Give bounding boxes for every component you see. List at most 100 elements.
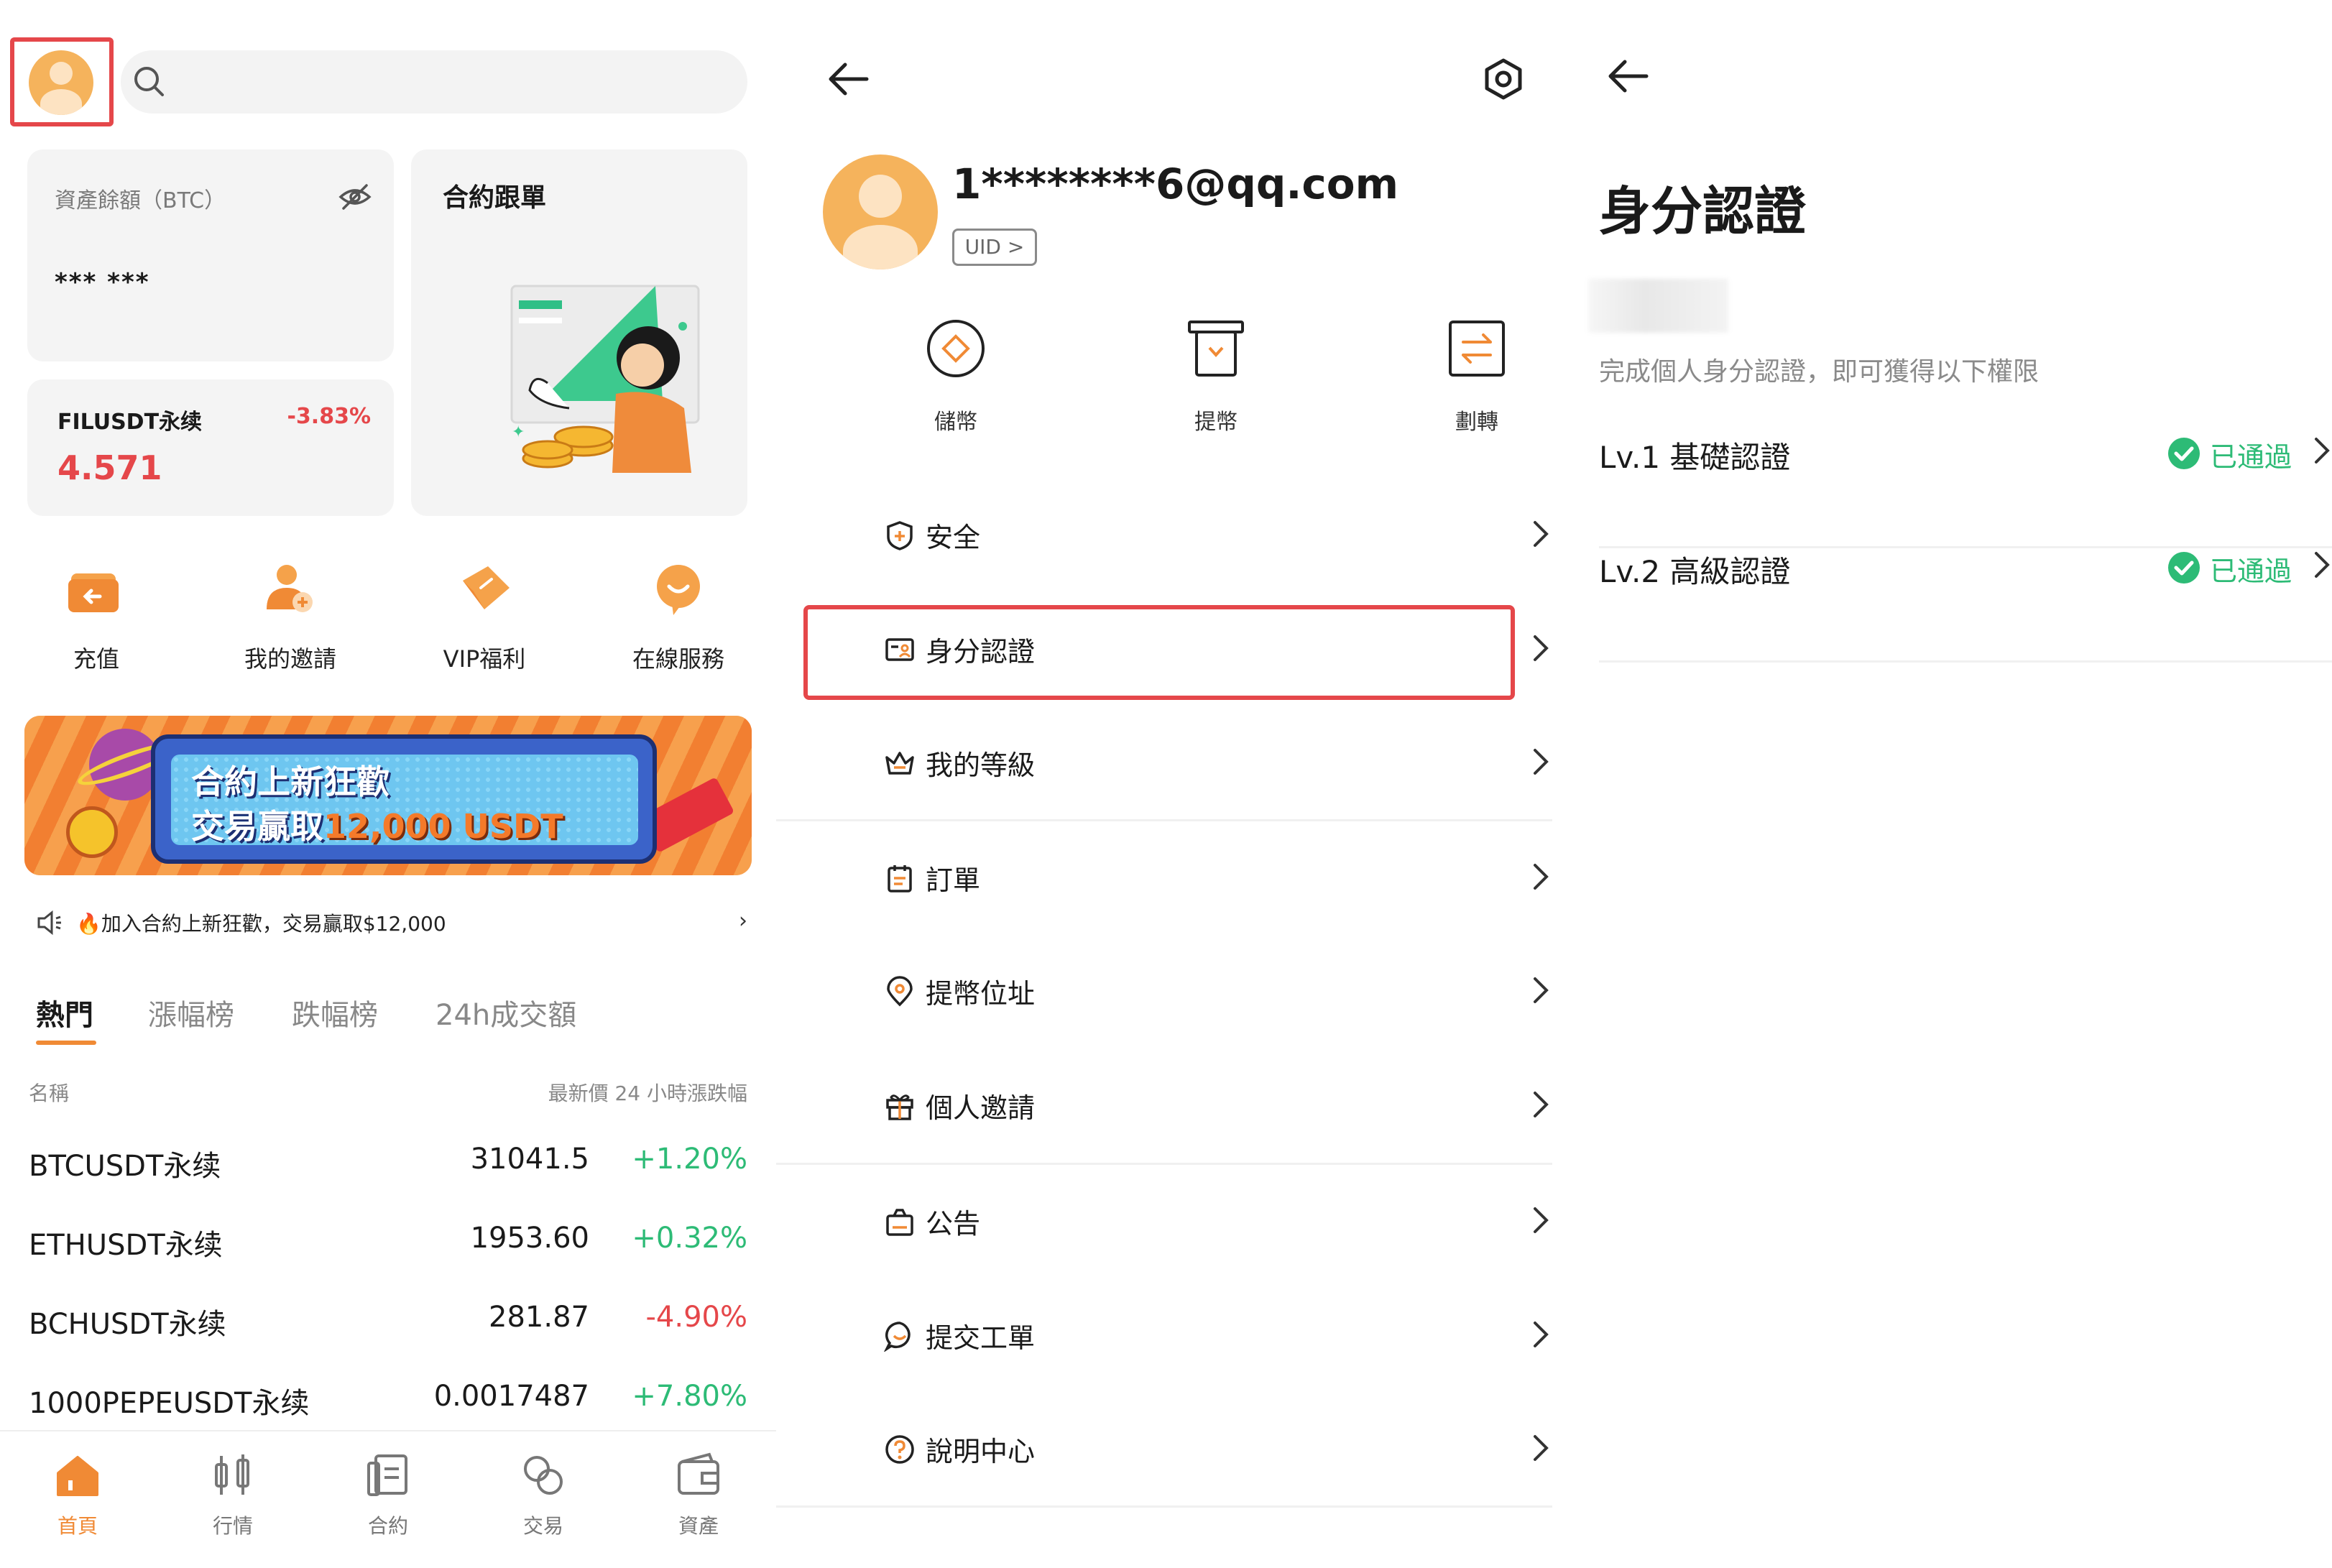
active-tab-underline xyxy=(36,1041,96,1045)
nav-trade[interactable]: 交易 xyxy=(471,1446,615,1539)
avatar[interactable] xyxy=(29,50,93,115)
market-symbol: ETHUSDT永续 xyxy=(29,1229,223,1262)
chevron-right-icon xyxy=(1534,749,1549,775)
coin-decoration xyxy=(66,806,118,858)
banner-prize: 12,000 USDT xyxy=(323,807,563,846)
check-circle-icon xyxy=(2168,438,2200,469)
banner-headline: 合約上新狂歡 xyxy=(191,762,390,801)
announcement-bar[interactable]: 🔥加入合約上新狂歡，交易贏取$12,000 › xyxy=(36,907,747,939)
wallet-icon xyxy=(678,1452,719,1495)
market-change: +0.32% xyxy=(632,1222,747,1255)
action-label: 劃轉 xyxy=(1455,410,1498,435)
chat-bubble-icon xyxy=(657,565,700,615)
nav-label: 行情 xyxy=(212,1514,253,1538)
menu-label: 提幣位址 xyxy=(926,978,1036,1010)
transfer-icon xyxy=(1449,320,1505,377)
uid-button[interactable]: UID > xyxy=(952,229,1037,266)
action-deposit[interactable]: 儲幣 xyxy=(884,309,1028,435)
balance-card[interactable]: 資產餘額（BTC） *** *** xyxy=(27,149,394,361)
quick-label: 在線服務 xyxy=(632,645,724,673)
market-symbol: 1000PEPEUSDT永续 xyxy=(29,1387,310,1420)
level-status: 已通過 xyxy=(2210,441,2292,473)
back-arrow-icon[interactable] xyxy=(1606,56,1652,96)
chevron-right-icon xyxy=(1534,977,1549,1003)
menu-label: 提交工單 xyxy=(926,1322,1036,1354)
nav-contract[interactable]: 合約 xyxy=(316,1446,460,1539)
action-withdraw[interactable]: 提幣 xyxy=(1144,309,1288,435)
tab-volume[interactable]: 24h成交額 xyxy=(435,992,576,1033)
market-row[interactable]: BTCUSDT永续 31041.5 +1.20% xyxy=(29,1143,747,1186)
identity-highlight-box xyxy=(803,605,1515,700)
chevron-right-icon xyxy=(1534,1207,1549,1233)
settings-gear-icon[interactable] xyxy=(1480,56,1526,102)
tab-gainers[interactable]: 漲幅榜 xyxy=(148,992,234,1033)
quick-label: 我的邀請 xyxy=(244,645,336,673)
deposit-icon xyxy=(927,320,985,377)
promo-banner[interactable]: 合約上新狂歡 交易贏取12,000 USDT xyxy=(24,716,752,875)
ticker-price: 4.571 xyxy=(57,448,162,487)
level-status: 已通過 xyxy=(2210,555,2292,587)
nav-home[interactable]: 首頁 xyxy=(6,1446,149,1539)
market-row[interactable]: ETHUSDT永续 1953.60 +0.32% xyxy=(29,1222,747,1265)
menu-item-level[interactable]: 我的等級 xyxy=(826,733,1552,790)
nav-market[interactable]: 行情 xyxy=(161,1446,305,1539)
copy-trading-title: 合約跟單 xyxy=(443,183,547,213)
menu-item-invite[interactable]: 個人邀請 xyxy=(826,1076,1552,1133)
tab-hot[interactable]: 熱門 xyxy=(36,992,93,1033)
menu-item-ticket[interactable]: 提交工單 xyxy=(826,1306,1552,1363)
verification-description: 完成個人身分認證，即可獲得以下權限 xyxy=(1599,357,2040,387)
market-price: 1953.60 xyxy=(470,1222,589,1255)
menu-item-withdraw-address[interactable]: 提幣位址 xyxy=(826,961,1552,1019)
blurred-name xyxy=(1588,279,1728,333)
help-icon xyxy=(885,1435,914,1464)
gift-icon xyxy=(886,1094,913,1120)
page-title: 身分認證 xyxy=(1599,181,1807,241)
action-label: 儲幣 xyxy=(934,410,977,435)
action-transfer[interactable]: 劃轉 xyxy=(1405,309,1549,435)
verification-level-row[interactable]: Lv.1 基礎認證 已通過 xyxy=(1599,433,2332,548)
market-price: 281.87 xyxy=(489,1301,589,1334)
quick-invite[interactable]: 我的邀請 xyxy=(218,553,362,674)
shield-icon xyxy=(887,521,913,550)
verification-level-row[interactable]: Lv.2 高級認證 已通過 xyxy=(1599,548,2332,663)
copy-trading-card[interactable]: 合約跟單 ✦ xyxy=(411,149,747,516)
back-arrow-icon[interactable] xyxy=(826,59,872,99)
market-header-right: 最新價 24 小時漲跌幅 xyxy=(548,1082,747,1105)
tab-losers[interactable]: 跌幅榜 xyxy=(292,992,378,1033)
speaker-icon xyxy=(37,910,61,936)
contract-doc-icon xyxy=(367,1454,407,1496)
ticker-change: -3.83% xyxy=(287,404,371,429)
balance-label: 資產餘額（BTC） xyxy=(55,188,226,213)
nav-assets[interactable]: 資產 xyxy=(627,1446,770,1539)
action-label: 提幣 xyxy=(1194,410,1238,435)
market-row[interactable]: 1000PEPEUSDT永续 0.0017487 +7.80% xyxy=(29,1380,747,1423)
menu-item-security[interactable]: 安全 xyxy=(826,505,1552,563)
search-input[interactable] xyxy=(121,50,747,114)
section-divider xyxy=(776,1163,1552,1165)
quick-deposit[interactable]: 充值 xyxy=(24,553,168,674)
menu-item-announcements[interactable]: 公告 xyxy=(826,1191,1552,1249)
quick-service[interactable]: 在線服務 xyxy=(607,553,750,674)
chevron-right-icon: › xyxy=(739,908,747,933)
banner-board: 合約上新狂歡 交易贏取12,000 USDT xyxy=(151,734,657,864)
section-divider xyxy=(776,819,1552,821)
quick-label: 充值 xyxy=(73,645,119,673)
market-symbol: BTCUSDT永续 xyxy=(29,1150,221,1183)
market-price: 31041.5 xyxy=(470,1143,589,1176)
chevron-right-icon xyxy=(1534,1322,1549,1347)
banner-subline-prefix: 交易贏取 xyxy=(191,807,323,846)
chevron-right-icon xyxy=(2315,438,2330,464)
menu-item-help[interactable]: 說明中心 xyxy=(826,1419,1552,1477)
ticker-card[interactable]: FILUSDT永续 -3.83% 4.571 xyxy=(27,379,394,516)
location-pin-icon xyxy=(887,976,913,1007)
eye-hidden-icon[interactable] xyxy=(338,183,372,211)
menu-item-orders[interactable]: 訂單 xyxy=(826,848,1552,905)
market-change: +1.20% xyxy=(632,1143,747,1176)
market-change: +7.80% xyxy=(632,1380,747,1413)
quick-vip[interactable]: VIP福利 xyxy=(413,553,556,674)
market-row[interactable]: BCHUSDT永续 281.87 -4.90% xyxy=(29,1301,747,1344)
withdraw-icon xyxy=(1188,320,1244,377)
market-symbol: BCHUSDT永续 xyxy=(29,1308,226,1341)
profile-avatar[interactable] xyxy=(823,155,938,269)
menu-label: 說明中心 xyxy=(926,1436,1036,1467)
